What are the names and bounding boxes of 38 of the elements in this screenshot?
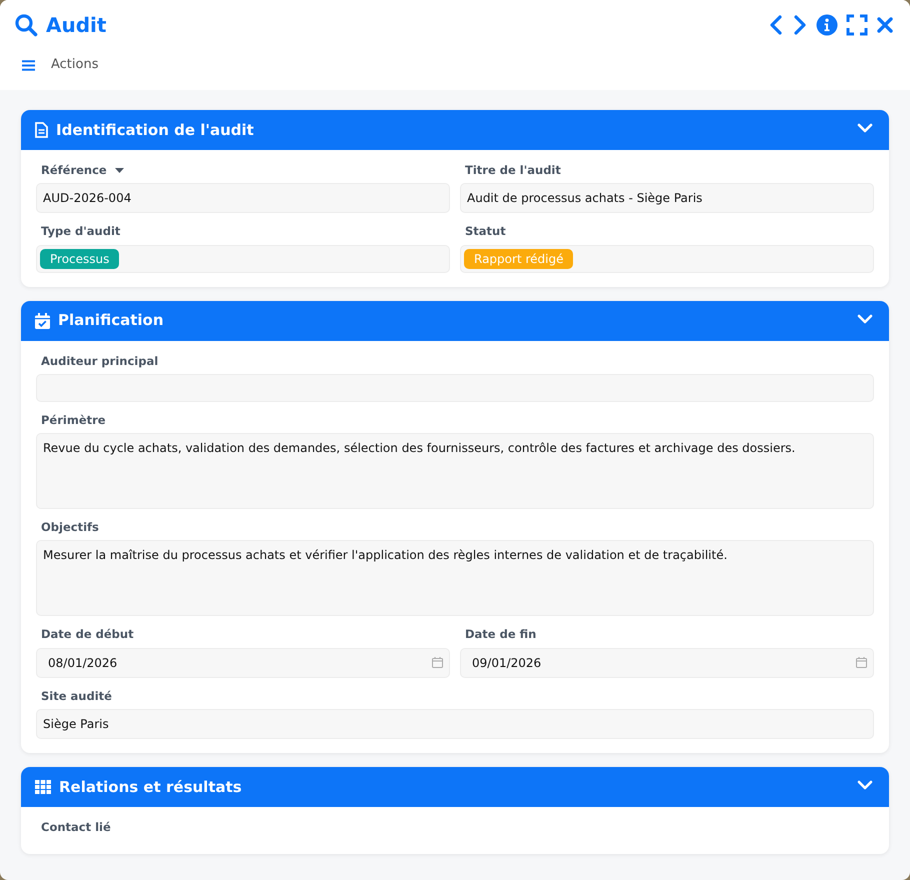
text-field[interactable]: Siège Paris: [36, 708, 874, 739]
field-label: Objectifs: [41, 519, 99, 536]
text-area[interactable]: Mesurer la maîtrise du processus achats et vérifier l'application des règles internes de validation et de traçabilité.: [36, 540, 874, 616]
date-field[interactable]: 09/01/2026: [460, 648, 874, 678]
actions-menu[interactable]: Actions: [51, 55, 98, 75]
field-label: Date de début: [41, 626, 134, 644]
date-field[interactable]: 08/01/2026: [36, 648, 450, 678]
calendar-check-icon: [35, 312, 50, 328]
text-field[interactable]: AUD-2026-004: [36, 183, 450, 214]
window-title: Audit: [46, 12, 106, 39]
field-label: Contact lié: [41, 818, 111, 836]
calendar-icon[interactable]: [432, 657, 443, 668]
section-header[interactable]: Relations et résultats: [21, 766, 889, 807]
field-label: Statut: [465, 223, 506, 240]
field-label: Périmètre: [41, 412, 106, 429]
section-header[interactable]: Planification: [21, 300, 889, 340]
document-icon: [35, 122, 48, 138]
fullscreen-button[interactable]: [846, 14, 868, 36]
search-icon: [14, 13, 38, 37]
section-header[interactable]: Identification de l'audit: [21, 110, 889, 150]
close-button[interactable]: [876, 16, 894, 34]
caret-icon[interactable]: [114, 168, 124, 174]
field-label: Auditeur principal: [41, 352, 158, 370]
table-icon: [35, 780, 51, 794]
calendar-icon[interactable]: [856, 657, 867, 668]
status-tag: Processus: [40, 248, 120, 268]
status-tag: Rapport rédigé: [464, 248, 574, 268]
field-label: Site audité: [41, 688, 112, 704]
field-label: Référence: [41, 162, 107, 179]
field-label: Type d'audit: [41, 223, 120, 240]
menu-icon[interactable]: [22, 60, 35, 70]
previous-button[interactable]: [768, 15, 784, 35]
field-label: Date de fin: [465, 626, 536, 644]
text-field[interactable]: Audit de processus achats - Siège Paris: [460, 183, 874, 214]
info-button[interactable]: [816, 14, 838, 36]
field-label: Titre de l'audit: [465, 162, 561, 179]
next-button[interactable]: [792, 15, 808, 35]
text-area[interactable]: Revue du cycle achats, validation des demandes, sélection des fournisseurs, contrôle des factures et archivage des dossiers.: [36, 433, 874, 509]
